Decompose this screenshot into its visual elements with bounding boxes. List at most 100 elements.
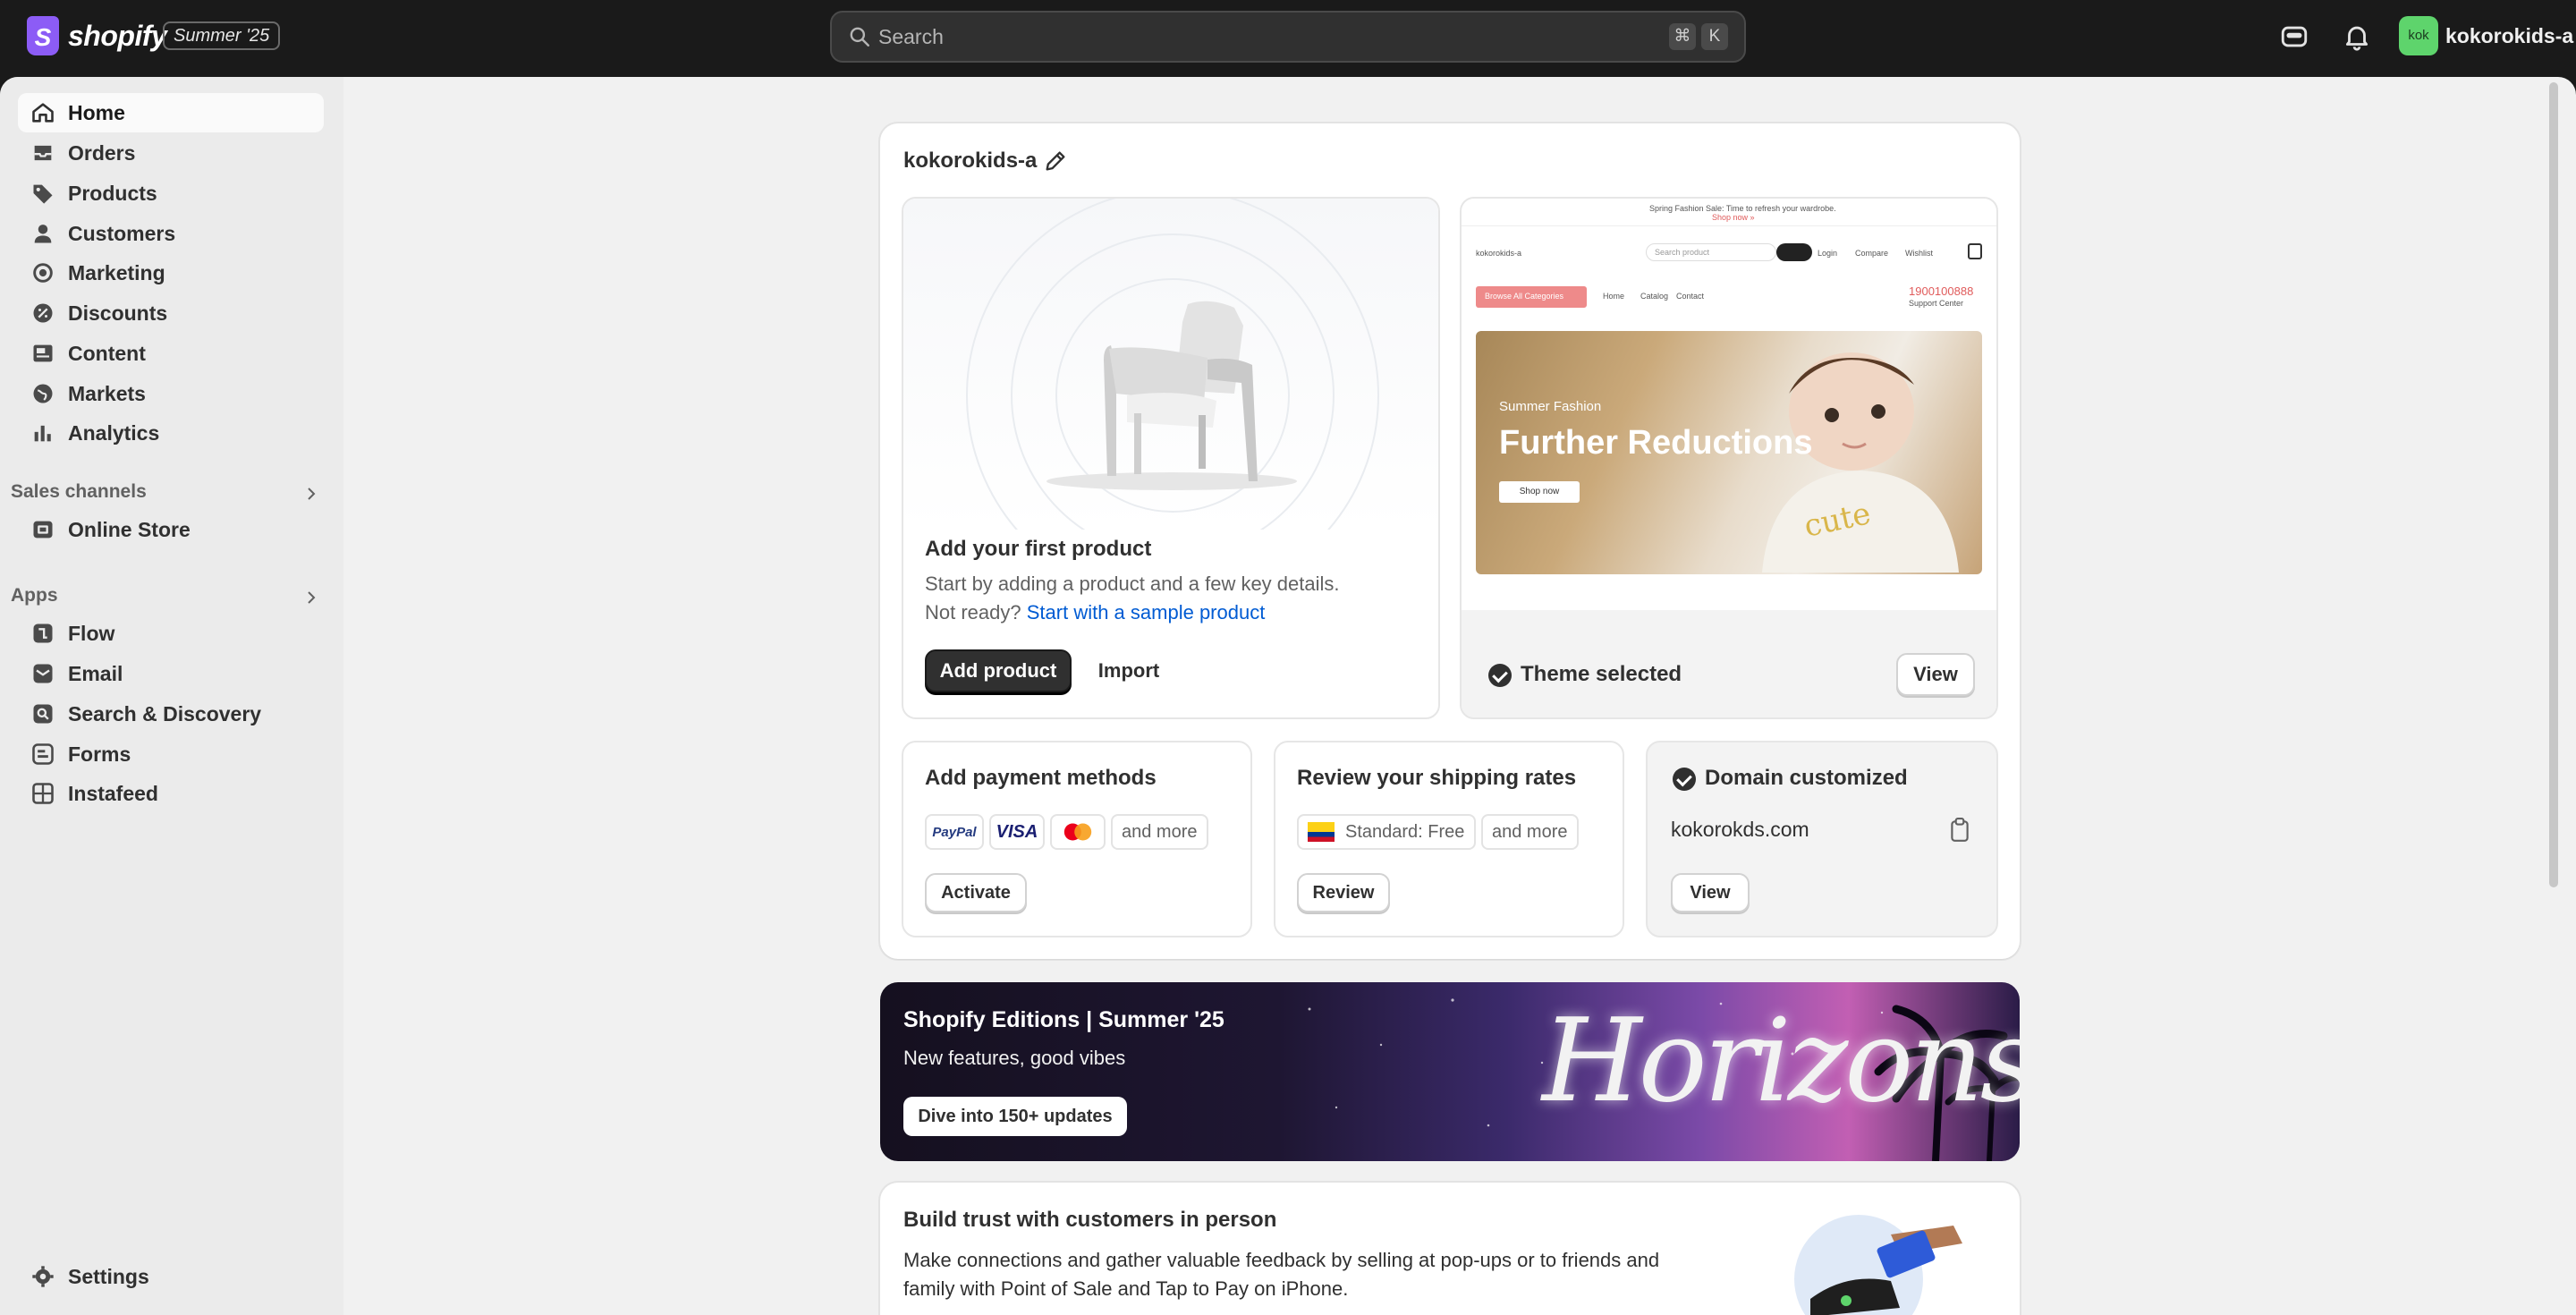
sidebar-item-markets[interactable]: Markets	[18, 374, 324, 413]
sidebar-item-products[interactable]: Products	[18, 174, 324, 213]
sidebar-item-online-store[interactable]: Online Store	[18, 510, 324, 549]
avatar[interactable]: kok	[2399, 16, 2438, 55]
sales-channels-header[interactable]: Sales channels	[11, 474, 324, 510]
shipping-title: Review your shipping rates	[1297, 766, 1577, 790]
add-product-desc: Start by adding a product and a few key …	[925, 573, 1340, 595]
theme-cart-icon	[1968, 243, 1982, 259]
store-icon	[33, 521, 53, 539]
theme-hero-banner: cute Summer Fashion Further Reductions S…	[1476, 331, 1982, 574]
banner-subtitle: New features, good vibes	[903, 1047, 1126, 1069]
sidebar-item-instafeed[interactable]: Instafeed	[18, 774, 324, 813]
pos-title: Build trust with customers in person	[903, 1208, 1277, 1232]
search-bar[interactable]: Search ⌘ K	[830, 11, 1746, 63]
edition-badge[interactable]: Summer '25	[163, 21, 281, 50]
sidebar-item-label: Marketing	[68, 260, 165, 284]
editions-banner[interactable]: Horizons Shopify Editions | Summer '25 N…	[880, 982, 2020, 1161]
sidebar: Home Orders Products Customers Marketing…	[0, 77, 343, 1315]
inbox-icon	[34, 145, 52, 161]
email-icon	[33, 664, 53, 683]
sidebar-item-discounts[interactable]: Discounts	[18, 293, 324, 333]
sidebar-item-label: Products	[68, 181, 157, 205]
sidebar-item-label: Flow	[68, 621, 115, 645]
theme-nav-contact: Contact	[1676, 292, 1705, 301]
sidebar-item-content[interactable]: Content	[18, 334, 324, 373]
sidebar-item-analytics[interactable]: Analytics	[18, 413, 324, 453]
sidebar-item-label: Content	[68, 341, 146, 365]
sidebar-item-flow[interactable]: Flow	[18, 614, 324, 653]
person-icon	[34, 225, 52, 243]
activate-button[interactable]: Activate	[925, 873, 1027, 912]
theme-phone: 1900100888	[1909, 284, 1974, 298]
review-button[interactable]: Review	[1297, 873, 1390, 912]
sidebar-item-marketing[interactable]: Marketing	[18, 253, 324, 293]
sidebar-item-label: Forms	[68, 742, 131, 766]
theme-search-placeholder: Search product	[1655, 248, 1710, 257]
search-placeholder: Search	[878, 25, 944, 48]
top-bar: S shopify Summer '25 Search ⌘ K kok koko…	[0, 0, 2576, 77]
sidebar-item-home[interactable]: Home	[18, 93, 324, 132]
sidebar-item-customers[interactable]: Customers	[18, 214, 324, 253]
add-product-card: Add your first product Start by adding a…	[902, 197, 1440, 719]
domain-view-button[interactable]: View	[1671, 873, 1750, 912]
theme-nav-home: Home	[1603, 292, 1625, 301]
sidebar-item-label: Orders	[68, 140, 136, 165]
theme-preview[interactable]: Spring Fashion Sale: Time to refresh you…	[1462, 199, 1996, 610]
pos-desc-line1: Make connections and gather valuable fee…	[903, 1249, 1660, 1271]
apps-header[interactable]: Apps	[11, 578, 324, 614]
banner-updates-button[interactable]: Dive into 150+ updates	[903, 1097, 1127, 1136]
mastercard-icon	[1063, 823, 1092, 841]
store-name[interactable]: kokorokids-a	[2445, 24, 2573, 48]
paypal-badge: PayPal	[925, 814, 984, 850]
add-product-button[interactable]: Add product	[925, 649, 1072, 692]
shopify-logo[interactable]: S shopify	[27, 16, 167, 55]
theme-compare: Compare	[1855, 249, 1889, 258]
sidebar-item-orders[interactable]: Orders	[18, 133, 324, 173]
shortcut-cmd: ⌘	[1669, 23, 1696, 50]
check-circle-icon	[1673, 768, 1696, 791]
theme-divider	[1462, 225, 1996, 226]
chair-illustration	[903, 199, 1438, 530]
tag-icon	[33, 184, 53, 204]
tap-to-pay-illustration	[1794, 1215, 1962, 1315]
forms-icon	[32, 743, 54, 765]
domain-name: kokorokds.com	[1671, 818, 1809, 841]
scrollbar[interactable]	[2549, 82, 2558, 887]
sidebar-item-label: Home	[68, 100, 125, 124]
not-ready-line: Not ready? Start with a sample product	[925, 601, 1265, 624]
hero-title: Further Reductions	[1499, 424, 1813, 462]
visa-badge: VISA	[989, 814, 1045, 850]
chevron-right-icon	[308, 488, 316, 500]
globe-icon	[33, 384, 53, 403]
sidebar-item-search-discovery[interactable]: Search & Discovery	[18, 694, 324, 734]
main-content: kokorokids-a Add your first product Star…	[343, 77, 2562, 1315]
sample-product-link[interactable]: Start with a sample product	[1027, 601, 1266, 624]
mastercard-badge: mastercard	[1050, 814, 1106, 850]
payments-title: Add payment methods	[925, 766, 1157, 790]
content-icon	[33, 344, 53, 362]
theme-view-button[interactable]: View	[1896, 653, 1975, 696]
theme-search-btn	[1776, 243, 1812, 261]
hero-shop-button: Shop now	[1499, 481, 1580, 503]
sidebar-item-label: Discounts	[68, 301, 168, 325]
sidebar-item-label: Instafeed	[68, 781, 158, 805]
hero-subtitle: Summer Fashion	[1499, 399, 1602, 414]
clipboard-icon[interactable]	[1948, 818, 1971, 843]
shipping-more: and more	[1481, 814, 1579, 850]
payments-more: and more	[1111, 814, 1208, 850]
sidebar-item-label: Email	[68, 661, 123, 685]
shipping-rate-text: Standard: Free	[1345, 821, 1465, 842]
sidebar-item-label: Settings	[68, 1264, 149, 1288]
sidekick-icon[interactable]	[2279, 21, 2309, 52]
sidebar-item-forms[interactable]: Forms	[18, 734, 324, 774]
grid-icon	[32, 783, 54, 804]
chevron-right-icon	[308, 591, 316, 604]
sidebar-item-label: Analytics	[68, 420, 160, 445]
bell-icon[interactable]	[2342, 21, 2372, 52]
sidebar-item-settings[interactable]: Settings	[18, 1257, 324, 1296]
theme-card: Spring Fashion Sale: Time to refresh you…	[1460, 197, 1998, 719]
not-ready-text: Not ready?	[925, 601, 1021, 624]
theme-announcement-link: Shop now »	[1712, 213, 1755, 222]
pencil-icon[interactable]	[1043, 148, 1068, 174]
import-button[interactable]: Import	[1082, 649, 1175, 692]
sidebar-item-email[interactable]: Email	[18, 654, 324, 693]
